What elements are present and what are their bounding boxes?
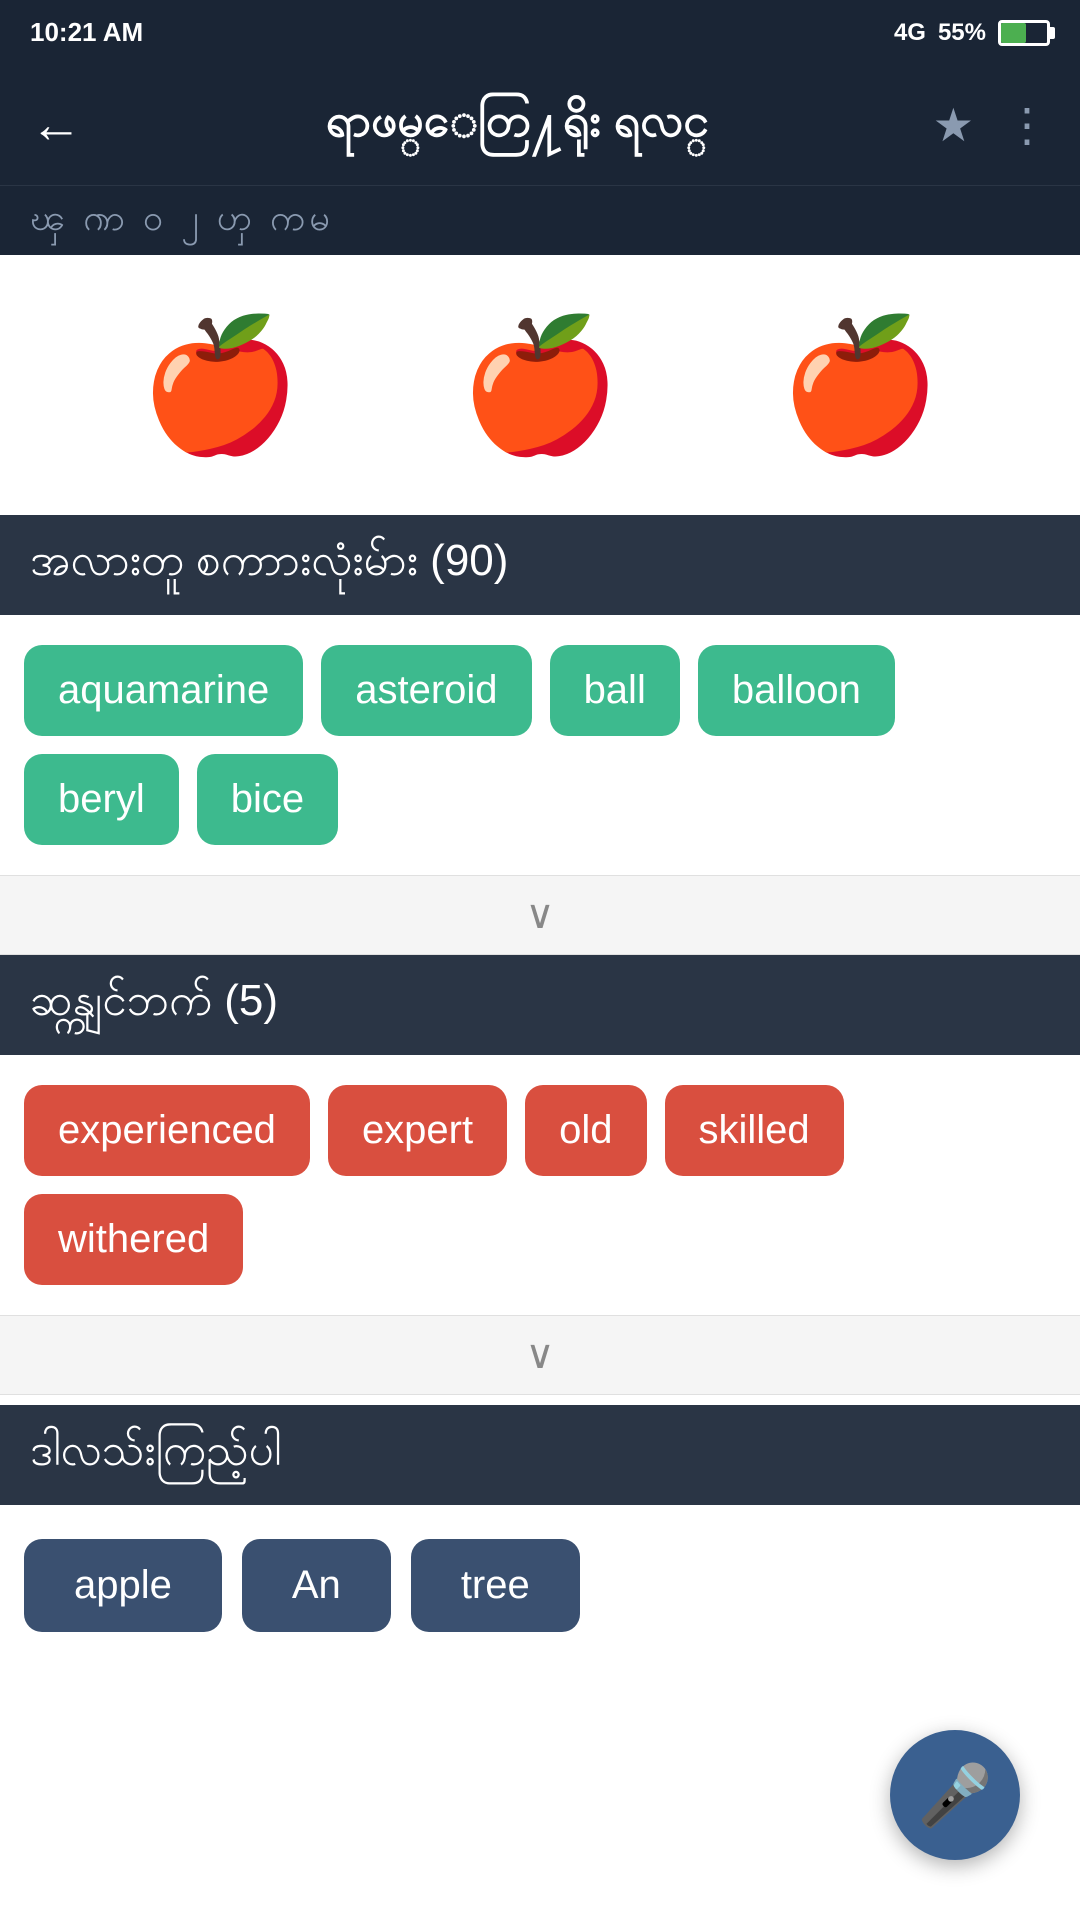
- battery-text: 55%: [938, 19, 986, 47]
- tag-withered[interactable]: withered: [24, 1194, 243, 1285]
- expand-button-2[interactable]: ∨: [0, 1315, 1080, 1395]
- page-title: ရာဖမ္ေတြ႔ရိုး ရလင္: [102, 92, 933, 159]
- apple-icon-1: 🍎: [139, 320, 301, 450]
- chevron-down-icon-1: ∨: [525, 892, 554, 938]
- tag-experienced[interactable]: experienced: [24, 1085, 310, 1176]
- signal-text: 4G: [894, 19, 926, 47]
- microphone-button[interactable]: 🎤: [890, 1730, 1020, 1860]
- nav-bar: ← ရာဖမ္ေတြ႔ရိုး ရလင္ ★ ⋮: [0, 65, 1080, 185]
- pill-an[interactable]: An: [242, 1539, 391, 1632]
- status-icons: 4G 55%: [894, 19, 1050, 47]
- tag-old[interactable]: old: [525, 1085, 646, 1176]
- section2-tags: experienced expert old skilled withered: [0, 1055, 1080, 1315]
- tag-expert[interactable]: expert: [328, 1085, 507, 1176]
- tag-balloon[interactable]: balloon: [698, 645, 895, 736]
- more-icon[interactable]: ⋮: [1004, 98, 1050, 152]
- apple-icon-3: 🍎: [779, 320, 941, 450]
- section3-header: ဒါလသ်းကြည့်ပါ: [0, 1405, 1080, 1505]
- nav-icons: ★ ⋮: [933, 98, 1050, 152]
- status-time: 10:21 AM: [30, 17, 143, 48]
- tag-aquamarine[interactable]: aquamarine: [24, 645, 303, 736]
- back-button[interactable]: ←: [30, 99, 82, 151]
- bottom-pills: apple An tree: [0, 1505, 1080, 1665]
- battery-icon: [998, 20, 1050, 46]
- tag-ball[interactable]: ball: [550, 645, 680, 736]
- tag-asteroid[interactable]: asteroid: [321, 645, 531, 736]
- chevron-down-icon-2: ∨: [525, 1332, 554, 1378]
- tab-bar: ၾ ၮ ဝ ၂ ၯ ကမ: [0, 185, 1080, 255]
- section1-tags: aquamarine asteroid ball balloon beryl b…: [0, 615, 1080, 875]
- tab-bar-text: ၾ ၮ ဝ ၂ ၯ ကမ: [30, 194, 334, 248]
- section1-header: အလားတူ စကာားလုံးမ်ား (90): [0, 515, 1080, 615]
- section2-header: ဆန္ကျင်ဘက် (5): [0, 955, 1080, 1055]
- section2-title: ဆန္ကျင်ဘက် (5): [30, 973, 278, 1037]
- apple-icon-2: 🍎: [459, 320, 621, 450]
- tag-beryl[interactable]: beryl: [24, 754, 179, 845]
- section3-title: ဒါလသ်းကြည့်ပါ: [30, 1423, 281, 1487]
- apple-icons-section: 🍎 🍎 🍎: [0, 255, 1080, 515]
- star-icon[interactable]: ★: [933, 98, 974, 152]
- section1-title: အလားတူ စကာားလုံးမ်ား (90): [30, 533, 508, 597]
- pill-tree[interactable]: tree: [411, 1539, 580, 1632]
- microphone-icon: 🎤: [918, 1760, 993, 1831]
- expand-button-1[interactable]: ∨: [0, 875, 1080, 955]
- pill-apple[interactable]: apple: [24, 1539, 222, 1632]
- status-bar: 10:21 AM 4G 55%: [0, 0, 1080, 65]
- tag-bice[interactable]: bice: [197, 754, 338, 845]
- tag-skilled[interactable]: skilled: [665, 1085, 844, 1176]
